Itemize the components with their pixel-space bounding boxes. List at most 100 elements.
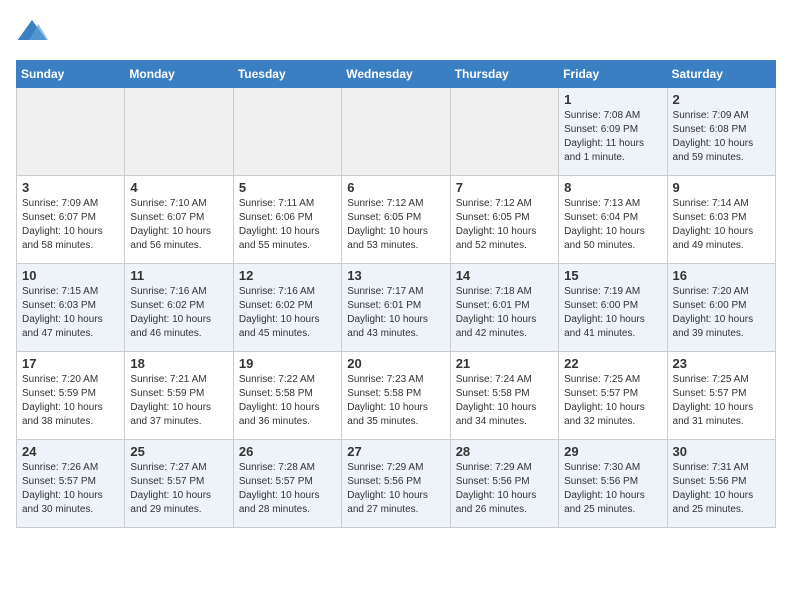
calendar-cell: 18 Sunrise: 7:21 AM Sunset: 5:59 PM Dayli… xyxy=(125,352,233,440)
day-info: Sunrise: 7:17 AM Sunset: 6:01 PM Dayligh… xyxy=(347,285,444,341)
day-number: 2 xyxy=(673,92,770,107)
day-number: 13 xyxy=(347,268,444,283)
day-info: Sunrise: 7:26 AM Sunset: 5:57 PM Dayligh… xyxy=(22,461,119,517)
day-number: 1 xyxy=(564,92,661,107)
day-info: Sunrise: 7:14 AM Sunset: 6:03 PM Dayligh… xyxy=(673,197,770,253)
day-number: 3 xyxy=(22,180,119,195)
calendar-body: 1 Sunrise: 7:08 AM Sunset: 6:09 PM Daylig… xyxy=(17,88,776,528)
day-info: Sunrise: 7:18 AM Sunset: 6:01 PM Dayligh… xyxy=(456,285,553,341)
header-row: SundayMondayTuesdayWednesdayThursdayFrid… xyxy=(17,61,776,88)
calendar-table: SundayMondayTuesdayWednesdayThursdayFrid… xyxy=(16,60,776,528)
day-number: 15 xyxy=(564,268,661,283)
day-info: Sunrise: 7:10 AM Sunset: 6:07 PM Dayligh… xyxy=(130,197,227,253)
day-number: 19 xyxy=(239,356,336,371)
day-info: Sunrise: 7:20 AM Sunset: 5:59 PM Dayligh… xyxy=(22,373,119,429)
day-info: Sunrise: 7:12 AM Sunset: 6:05 PM Dayligh… xyxy=(456,197,553,253)
calendar-cell: 3 Sunrise: 7:09 AM Sunset: 6:07 PM Daylig… xyxy=(17,176,125,264)
day-number: 12 xyxy=(239,268,336,283)
calendar-cell: 29Sunrise: 7:30 AM Sunset: 5:56 PM Dayli… xyxy=(559,440,667,528)
calendar-cell xyxy=(17,88,125,176)
calendar-cell: 2 Sunrise: 7:09 AM Sunset: 6:08 PM Daylig… xyxy=(667,88,775,176)
day-info: Sunrise: 7:31 AM Sunset: 5:56 PM Dayligh… xyxy=(673,461,770,517)
calendar-cell: 11Sunrise: 7:16 AM Sunset: 6:02 PM Dayli… xyxy=(125,264,233,352)
logo xyxy=(16,16,52,48)
day-number: 9 xyxy=(673,180,770,195)
weekday-header: Wednesday xyxy=(342,61,450,88)
calendar-cell: 13 Sunrise: 7:17 AM Sunset: 6:01 PM Dayli… xyxy=(342,264,450,352)
logo-icon xyxy=(16,16,48,48)
calendar-cell: 24Sunrise: 7:26 AM Sunset: 5:57 PM Dayli… xyxy=(17,440,125,528)
day-number: 8 xyxy=(564,180,661,195)
calendar-cell: 6 Sunrise: 7:12 AM Sunset: 6:05 PM Daylig… xyxy=(342,176,450,264)
day-info: Sunrise: 7:16 AM Sunset: 6:02 PM Dayligh… xyxy=(130,285,227,341)
day-number: 22 xyxy=(564,356,661,371)
day-number: 30 xyxy=(673,444,770,459)
weekday-header: Thursday xyxy=(450,61,558,88)
calendar-cell: 4Sunrise: 7:10 AM Sunset: 6:07 PM Daylig… xyxy=(125,176,233,264)
calendar-cell: 23 Sunrise: 7:25 AM Sunset: 5:57 PM Dayli… xyxy=(667,352,775,440)
day-number: 6 xyxy=(347,180,444,195)
calendar-cell: 22 Sunrise: 7:25 AM Sunset: 5:57 PM Dayli… xyxy=(559,352,667,440)
calendar-cell: 19 Sunrise: 7:22 AM Sunset: 5:58 PM Dayli… xyxy=(233,352,341,440)
day-info: Sunrise: 7:30 AM Sunset: 5:56 PM Dayligh… xyxy=(564,461,661,517)
day-info: Sunrise: 7:22 AM Sunset: 5:58 PM Dayligh… xyxy=(239,373,336,429)
calendar-week-row: 17 Sunrise: 7:20 AM Sunset: 5:59 PM Dayli… xyxy=(17,352,776,440)
day-info: Sunrise: 7:24 AM Sunset: 5:58 PM Dayligh… xyxy=(456,373,553,429)
day-number: 21 xyxy=(456,356,553,371)
calendar-cell: 9 Sunrise: 7:14 AM Sunset: 6:03 PM Daylig… xyxy=(667,176,775,264)
calendar-cell: 25Sunrise: 7:27 AM Sunset: 5:57 PM Dayli… xyxy=(125,440,233,528)
day-number: 23 xyxy=(673,356,770,371)
day-info: Sunrise: 7:13 AM Sunset: 6:04 PM Dayligh… xyxy=(564,197,661,253)
day-info: Sunrise: 7:29 AM Sunset: 5:56 PM Dayligh… xyxy=(347,461,444,517)
day-number: 10 xyxy=(22,268,119,283)
day-number: 18 xyxy=(130,356,227,371)
calendar-cell: 28 Sunrise: 7:29 AM Sunset: 5:56 PM Dayli… xyxy=(450,440,558,528)
page-header xyxy=(16,16,776,48)
calendar-cell xyxy=(233,88,341,176)
day-info: Sunrise: 7:15 AM Sunset: 6:03 PM Dayligh… xyxy=(22,285,119,341)
calendar-cell: 8 Sunrise: 7:13 AM Sunset: 6:04 PM Daylig… xyxy=(559,176,667,264)
calendar-cell: 14 Sunrise: 7:18 AM Sunset: 6:01 PM Dayli… xyxy=(450,264,558,352)
calendar-cell: 27Sunrise: 7:29 AM Sunset: 5:56 PM Dayli… xyxy=(342,440,450,528)
day-info: Sunrise: 7:09 AM Sunset: 6:07 PM Dayligh… xyxy=(22,197,119,253)
calendar-week-row: 3 Sunrise: 7:09 AM Sunset: 6:07 PM Daylig… xyxy=(17,176,776,264)
day-number: 28 xyxy=(456,444,553,459)
calendar-cell: 12 Sunrise: 7:16 AM Sunset: 6:02 PM Dayli… xyxy=(233,264,341,352)
day-number: 7 xyxy=(456,180,553,195)
day-number: 20 xyxy=(347,356,444,371)
day-number: 14 xyxy=(456,268,553,283)
calendar-cell xyxy=(342,88,450,176)
weekday-header: Monday xyxy=(125,61,233,88)
day-info: Sunrise: 7:27 AM Sunset: 5:57 PM Dayligh… xyxy=(130,461,227,517)
day-info: Sunrise: 7:21 AM Sunset: 5:59 PM Dayligh… xyxy=(130,373,227,429)
day-info: Sunrise: 7:25 AM Sunset: 5:57 PM Dayligh… xyxy=(564,373,661,429)
calendar-cell xyxy=(450,88,558,176)
day-info: Sunrise: 7:25 AM Sunset: 5:57 PM Dayligh… xyxy=(673,373,770,429)
day-info: Sunrise: 7:29 AM Sunset: 5:56 PM Dayligh… xyxy=(456,461,553,517)
calendar-cell: 7 Sunrise: 7:12 AM Sunset: 6:05 PM Daylig… xyxy=(450,176,558,264)
day-info: Sunrise: 7:11 AM Sunset: 6:06 PM Dayligh… xyxy=(239,197,336,253)
day-number: 5 xyxy=(239,180,336,195)
day-number: 26 xyxy=(239,444,336,459)
day-info: Sunrise: 7:12 AM Sunset: 6:05 PM Dayligh… xyxy=(347,197,444,253)
day-info: Sunrise: 7:23 AM Sunset: 5:58 PM Dayligh… xyxy=(347,373,444,429)
calendar-cell: 26 Sunrise: 7:28 AM Sunset: 5:57 PM Dayli… xyxy=(233,440,341,528)
day-info: Sunrise: 7:20 AM Sunset: 6:00 PM Dayligh… xyxy=(673,285,770,341)
day-info: Sunrise: 7:09 AM Sunset: 6:08 PM Dayligh… xyxy=(673,109,770,165)
weekday-header: Saturday xyxy=(667,61,775,88)
calendar-cell: 1 Sunrise: 7:08 AM Sunset: 6:09 PM Daylig… xyxy=(559,88,667,176)
day-number: 17 xyxy=(22,356,119,371)
calendar-cell: 16Sunrise: 7:20 AM Sunset: 6:00 PM Dayli… xyxy=(667,264,775,352)
calendar-cell: 10 Sunrise: 7:15 AM Sunset: 6:03 PM Dayli… xyxy=(17,264,125,352)
calendar-week-row: 10 Sunrise: 7:15 AM Sunset: 6:03 PM Dayli… xyxy=(17,264,776,352)
weekday-header: Sunday xyxy=(17,61,125,88)
weekday-header: Friday xyxy=(559,61,667,88)
day-info: Sunrise: 7:08 AM Sunset: 6:09 PM Dayligh… xyxy=(564,109,661,165)
calendar-cell: 5 Sunrise: 7:11 AM Sunset: 6:06 PM Daylig… xyxy=(233,176,341,264)
calendar-header: SundayMondayTuesdayWednesdayThursdayFrid… xyxy=(17,61,776,88)
calendar-cell: 21 Sunrise: 7:24 AM Sunset: 5:58 PM Dayli… xyxy=(450,352,558,440)
calendar-week-row: 24Sunrise: 7:26 AM Sunset: 5:57 PM Dayli… xyxy=(17,440,776,528)
day-info: Sunrise: 7:28 AM Sunset: 5:57 PM Dayligh… xyxy=(239,461,336,517)
calendar-cell: 30 Sunrise: 7:31 AM Sunset: 5:56 PM Dayli… xyxy=(667,440,775,528)
day-info: Sunrise: 7:16 AM Sunset: 6:02 PM Dayligh… xyxy=(239,285,336,341)
